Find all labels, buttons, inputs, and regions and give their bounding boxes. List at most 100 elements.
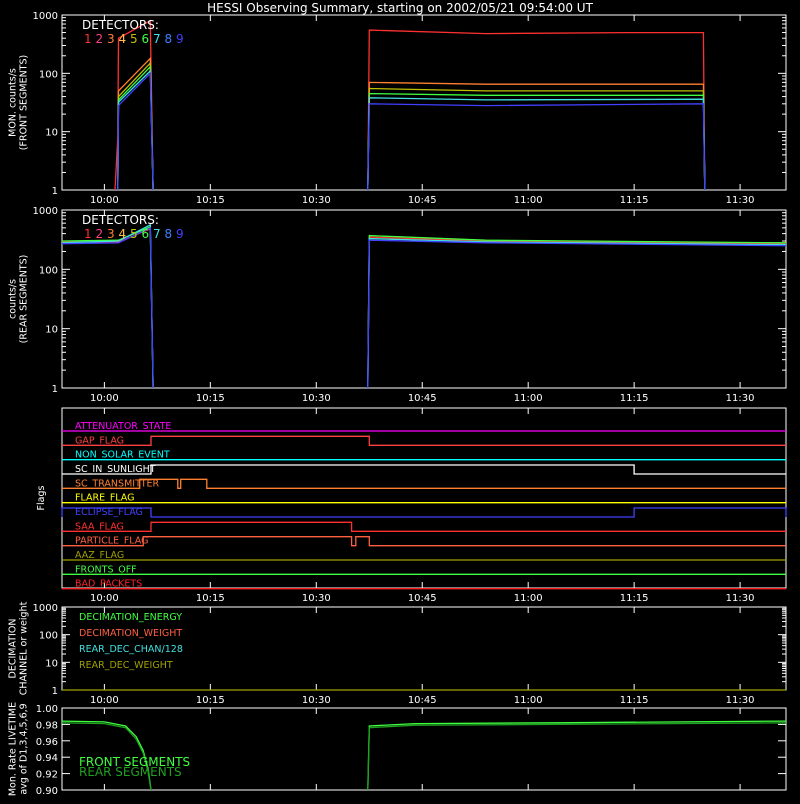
flag-label: SC_IN_SUNLIGHT (75, 464, 156, 475)
front-x-tick-label: 11:00 (514, 195, 543, 206)
rear-y-tick-label: 100 (39, 265, 58, 276)
front-y-axis-label: MON. counts/s (FRONT SEGMENTS) (8, 55, 30, 150)
detector-number: 5 (130, 32, 138, 46)
flag-line-6 (61, 507, 787, 518)
rear-y-tick-label: 1 (52, 384, 58, 395)
livetime-series-1-line (367, 722, 787, 791)
rear-x-tick-label: 10:15 (196, 393, 225, 404)
rear-y-tick-label: 10 (45, 325, 58, 336)
rear-y-axis-label: counts/s (REAR SEGMENTS) (8, 255, 30, 344)
detector-number: 7 (153, 32, 161, 46)
front-y-tick-label: 10 (45, 128, 58, 139)
flag-label: ATTENUATOR_STATE (75, 421, 171, 432)
flag-label: FRONTS_OFF (75, 564, 137, 575)
rear-series-0-line (367, 236, 787, 389)
front-x-tick-label: 10:45 (408, 195, 437, 206)
front-y-tick-label: 1000 (33, 11, 58, 22)
summary-plot: HESSI Observing Summary, starting on 200… (8, 1, 787, 797)
rear-x-tick-label: 10:00 (90, 393, 119, 404)
observing-summary: HESSI Observing Summary, starting on 200… (0, 0, 800, 800)
decimation-y-axis-label-line: CHANNEL or weight (19, 601, 30, 695)
rear-series-3-line (367, 239, 787, 389)
flags-frame (61, 407, 787, 589)
livetime-y-tick-label: 1.00 (36, 704, 58, 715)
decimation-x-tick-label: 10:45 (408, 695, 437, 706)
rear-x-tick-label: 11:00 (514, 393, 543, 404)
flags-x-tick-label: 10:30 (302, 593, 331, 604)
flag-label: FLARE_FLAG (75, 493, 135, 504)
detector-number: 2 (96, 227, 104, 241)
decimation-y-axis-label: DECIMATION CHANNEL or weight (8, 601, 30, 695)
livetime-y-tick-label: 0.92 (36, 770, 58, 781)
flags-y-axis-label-line: Flags (36, 485, 47, 510)
front-series-4-line (367, 97, 706, 191)
livetime-series-0-line (367, 720, 787, 791)
front-x-tick-label: 10:30 (302, 195, 331, 206)
decimation-x-tick-label: 10:00 (90, 695, 119, 706)
front-y-tick-label: 100 (39, 69, 58, 80)
flag-label: NON_SOLAR_EVENT (75, 450, 170, 461)
decimation-x-tick-label: 11:15 (620, 695, 649, 706)
chart-title: HESSI Observing Summary, starting on 200… (207, 1, 593, 15)
detectors-legend-title: DETECTORS: (82, 18, 159, 32)
front-series-0-line (114, 19, 154, 191)
decimation-legend-label: DECIMATION_ENERGY (79, 612, 182, 623)
livetime-y-tick-label: 0.90 (36, 786, 58, 797)
detector-number: 6 (142, 227, 150, 241)
front-series-5-line (367, 103, 706, 191)
livetime-y-axis-label-line: avg of D1,3,4,5,6,9 (19, 703, 30, 794)
detector-number: 8 (165, 227, 173, 241)
flags-x-tick-label: 10:45 (408, 593, 437, 604)
livetime-y-axis-label: Mon. Rate LIVETIME avg of D1,3,4,5,6,9 (8, 702, 30, 796)
decimation-legend-label: DECIMATION_WEIGHT (79, 628, 182, 639)
flag-label: ECLIPSE_FLAG (75, 507, 143, 518)
detector-number: 7 (153, 227, 161, 241)
front-x-tick-label: 10:00 (90, 195, 119, 206)
rear-x-tick-label: 10:45 (408, 393, 437, 404)
decimation-x-tick-label: 10:15 (196, 695, 225, 706)
flags-y-axis-label: Flags (36, 485, 47, 510)
rear-y-tick-label: 1000 (33, 206, 58, 217)
front-x-tick-label: 11:30 (726, 195, 755, 206)
flags-x-tick-label: 11:15 (620, 593, 649, 604)
rear-series-3-line (61, 226, 154, 389)
detector-number: 4 (119, 227, 127, 241)
rear-x-tick-label: 11:15 (620, 393, 649, 404)
flag-line-3 (62, 464, 786, 475)
flag-line-7 (62, 521, 786, 532)
rear-series-2-line (367, 237, 787, 389)
detector-number: 1 (84, 32, 92, 46)
rear-series-1-line (367, 234, 787, 389)
decimation-legend-label: REAR_DEC_CHAN/128 (79, 644, 183, 655)
detectors-legend-title: DETECTORS: (82, 213, 159, 227)
front-x-tick-label: 10:15 (196, 195, 225, 206)
flag-label: AAZ_FLAG (75, 550, 124, 561)
decimation-y-tick-label: 1000 (33, 603, 58, 614)
detector-number: 8 (165, 32, 173, 46)
flag-line-4 (62, 478, 786, 489)
front-series-0-line (367, 29, 706, 191)
front-y-tick-label: 1 (52, 186, 58, 197)
decimation-x-tick-label: 11:30 (726, 695, 755, 706)
decimation-legend-label: REAR_DEC_WEIGHT (79, 660, 173, 671)
rear-y-axis-label-line: counts/s (8, 279, 19, 319)
detector-number: 4 (119, 32, 127, 46)
rear-series-2-line (61, 223, 154, 389)
decimation-y-tick-label: 1 (52, 686, 58, 697)
livetime-y-axis-label-line: Mon. Rate LIVETIME (8, 702, 19, 796)
front-y-axis-label-line: MON. counts/s (8, 68, 19, 137)
flag-label: PARTICLE_FLAG (75, 536, 148, 547)
front-y-axis-label-line: (FRONT SEGMENTS) (19, 55, 30, 150)
flag-label: SAA_FLAG (75, 521, 124, 532)
decimation-x-tick-label: 10:30 (302, 695, 331, 706)
livetime-y-tick-label: 0.96 (36, 737, 58, 748)
front-series-3-line (367, 92, 706, 191)
flags-x-tick-label: 11:00 (514, 593, 543, 604)
detector-number: 1 (84, 227, 92, 241)
detector-number: 5 (130, 227, 138, 241)
rear-y-axis-label-line: (REAR SEGMENTS) (19, 255, 30, 344)
rear-series-1-line (61, 225, 154, 389)
flags-x-tick-label: 10:15 (196, 593, 225, 604)
flag-label: GAP_FLAG (75, 435, 124, 446)
decimation-y-axis-label-line: DECIMATION (8, 619, 19, 679)
